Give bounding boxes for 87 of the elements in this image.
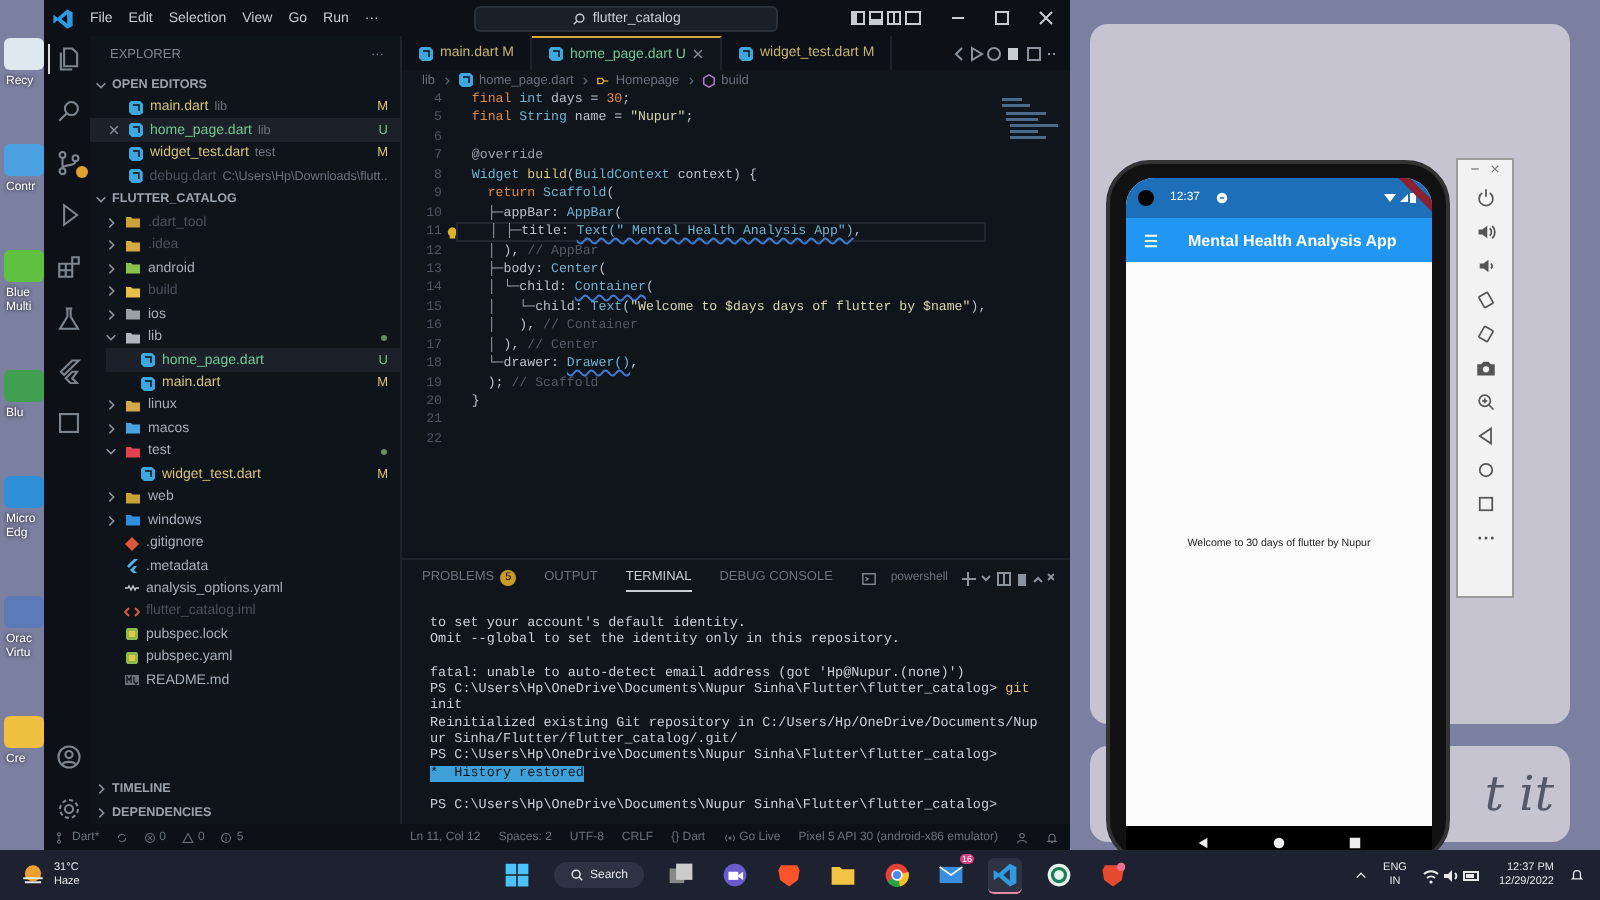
chevron-down-icon bbox=[94, 192, 108, 207]
volume-up-icon[interactable] bbox=[1475, 222, 1495, 242]
dart-file-icon bbox=[737, 45, 754, 61]
yaml-file-icon bbox=[124, 580, 140, 597]
power-icon[interactable] bbox=[1475, 188, 1495, 208]
warning-icon bbox=[182, 831, 195, 843]
settings-icon[interactable] bbox=[55, 796, 81, 822]
panel-action-icons[interactable] bbox=[962, 571, 1054, 585]
dart-file-icon bbox=[128, 99, 144, 116]
start-icon bbox=[504, 861, 530, 887]
git-file-icon bbox=[124, 535, 140, 552]
minimap-drawing bbox=[1002, 98, 1058, 140]
wallpaper-text: t it bbox=[1484, 766, 1554, 822]
bell-icon[interactable] bbox=[1046, 831, 1058, 843]
rotate-right-icon[interactable] bbox=[1475, 324, 1495, 344]
task-view-icon bbox=[668, 861, 695, 887]
overview-icon[interactable] bbox=[1347, 836, 1362, 850]
xml-file-icon bbox=[124, 603, 140, 620]
chevron-down-icon bbox=[103, 444, 117, 459]
dart-file-icon bbox=[418, 45, 434, 61]
dart-file-icon bbox=[140, 375, 156, 392]
lightbulb-icon[interactable] bbox=[446, 226, 456, 241]
dart-file-icon bbox=[547, 46, 564, 62]
close-icon[interactable] bbox=[691, 48, 704, 60]
layout-toggle-icons[interactable] bbox=[850, 10, 922, 26]
flutter-file-icon bbox=[124, 558, 140, 575]
ring-app-icon bbox=[1046, 861, 1073, 887]
menu-icon[interactable] bbox=[1142, 233, 1160, 247]
account-icon[interactable] bbox=[55, 744, 81, 770]
lion-shield-icon bbox=[776, 861, 803, 887]
sync-status-icon bbox=[1216, 192, 1229, 204]
search-icon bbox=[572, 11, 587, 25]
folder-icon bbox=[830, 861, 857, 887]
markdown-file-icon bbox=[124, 672, 140, 689]
flutter-icon[interactable] bbox=[55, 358, 81, 384]
taskbar-app[interactable] bbox=[988, 857, 1023, 893]
vscode-icon bbox=[992, 861, 1019, 887]
camera-icon[interactable] bbox=[1475, 358, 1495, 378]
dart-file-icon bbox=[140, 352, 156, 369]
flask-icon[interactable] bbox=[55, 306, 81, 332]
chevron-right-icon bbox=[441, 75, 452, 85]
files-icon[interactable] bbox=[55, 46, 81, 72]
back-icon[interactable] bbox=[1475, 426, 1495, 446]
chevron-right-icon bbox=[685, 75, 696, 85]
source-control-icon[interactable] bbox=[55, 150, 81, 176]
camera-hole-icon bbox=[1138, 190, 1154, 206]
sync-icon[interactable] bbox=[115, 831, 128, 843]
mail-icon bbox=[938, 861, 965, 887]
close-icon[interactable] bbox=[108, 124, 120, 137]
remote-window-icon[interactable] bbox=[55, 410, 81, 436]
extensions-icon[interactable] bbox=[55, 254, 81, 280]
terminal-icon[interactable] bbox=[862, 571, 877, 585]
chevron-up-icon[interactable] bbox=[1353, 868, 1368, 882]
chevron-right-icon bbox=[579, 75, 590, 85]
app-title: Mental Health Analysis App bbox=[1188, 231, 1397, 249]
chrome-icon bbox=[884, 861, 911, 887]
broadcast-icon bbox=[723, 831, 736, 843]
dart-file-icon bbox=[127, 168, 144, 185]
home-icon[interactable] bbox=[1475, 460, 1495, 480]
chevron-down-icon bbox=[103, 330, 117, 345]
close-icon[interactable] bbox=[1038, 10, 1054, 26]
person-feedback-icon[interactable] bbox=[1016, 831, 1028, 843]
lion-shield-icon bbox=[1100, 861, 1127, 887]
editor-toolbar-icons[interactable] bbox=[954, 45, 1058, 61]
maximize-icon[interactable] bbox=[994, 10, 1010, 26]
notification-bell-icon[interactable] bbox=[1570, 868, 1584, 882]
search-icon[interactable] bbox=[55, 98, 81, 124]
dart-file-icon bbox=[128, 145, 144, 162]
chevron-down-icon bbox=[94, 77, 108, 91]
video-call-icon bbox=[722, 861, 749, 887]
error-icon bbox=[143, 831, 156, 843]
vscode-logo-icon bbox=[52, 7, 74, 29]
home-icon[interactable] bbox=[1271, 836, 1286, 850]
dart-file-icon bbox=[140, 466, 156, 483]
search-icon bbox=[570, 868, 584, 882]
zoom-icon[interactable] bbox=[1475, 392, 1495, 412]
signal-battery-icons bbox=[1384, 192, 1416, 204]
info-icon bbox=[220, 831, 233, 843]
dart-file-icon bbox=[128, 122, 144, 139]
rotate-left-icon[interactable] bbox=[1475, 290, 1495, 310]
volume-down-icon[interactable] bbox=[1475, 256, 1495, 276]
wifi-volume-battery-icons[interactable] bbox=[1422, 867, 1483, 883]
sun-haze-icon[interactable] bbox=[20, 862, 46, 888]
class-icon bbox=[595, 73, 610, 87]
method-icon bbox=[701, 73, 716, 87]
desktop-app-icon[interactable] bbox=[0, 36, 44, 72]
overview-icon[interactable] bbox=[1475, 494, 1495, 514]
